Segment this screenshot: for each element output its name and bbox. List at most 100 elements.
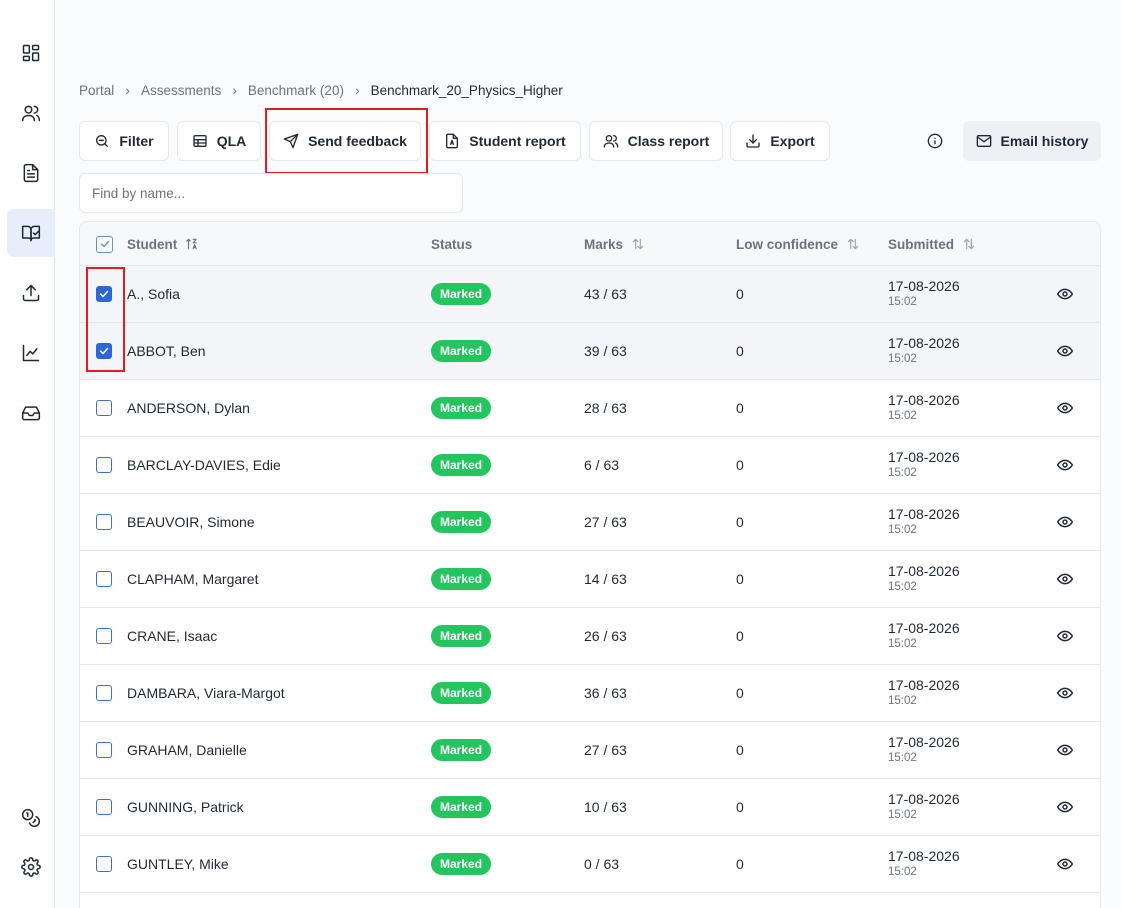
nav-inbox[interactable] [7, 389, 55, 437]
qla-button[interactable]: QLA [177, 121, 261, 161]
student-name: GUNTLEY, Mike [127, 856, 229, 872]
student-report-label: Student report [469, 133, 566, 149]
table-row[interactable]: DAMBARA, Viara-Margot Marked 36 / 63 0 1… [80, 665, 1100, 722]
status-badge: Marked [431, 625, 492, 647]
submitted-time: 15:02 [888, 752, 917, 764]
sort-submitted-button[interactable] [962, 237, 976, 251]
eye-icon [1057, 687, 1073, 699]
row-checkbox[interactable] [96, 628, 112, 644]
report-file-icon [446, 133, 459, 149]
filter-search-icon [96, 135, 109, 147]
row-select-cell [96, 665, 112, 721]
table-row[interactable]: ABBOT, Ben Marked 39 / 63 0 17-08-2026 1… [80, 323, 1100, 380]
eye-icon [1057, 744, 1073, 756]
row-checkbox[interactable] [96, 856, 112, 872]
table-row[interactable]: A., Sofia Marked 43 / 63 0 17-08-2026 15… [80, 266, 1100, 323]
email-history-button[interactable]: Email history [963, 121, 1101, 161]
filter-button[interactable]: Filter [79, 121, 169, 161]
table-row[interactable]: BEAUVOIR, Simone Marked 27 / 63 0 17-08-… [80, 494, 1100, 551]
nav-assessments[interactable] [7, 209, 55, 257]
sort-alpha-button[interactable] [185, 237, 199, 251]
nav-settings[interactable] [7, 843, 55, 891]
select-all-checkbox[interactable] [96, 235, 113, 253]
header-status: Status [431, 222, 472, 266]
info-button[interactable] [919, 125, 951, 157]
row-checkbox[interactable] [96, 685, 112, 701]
low-confidence-value: 0 [736, 457, 744, 473]
view-button[interactable] [1057, 380, 1073, 436]
header-marks: Marks [584, 222, 645, 266]
row-checkbox[interactable] [96, 286, 112, 302]
breadcrumb-assessments[interactable]: Assessments [141, 83, 221, 98]
header-marks-label: Marks [584, 236, 624, 252]
row-checkbox[interactable] [96, 400, 112, 416]
users-icon [603, 135, 618, 148]
nav-analytics[interactable] [7, 329, 55, 377]
nav-upload[interactable] [7, 269, 55, 317]
submitted-date: 17-08-2026 [888, 620, 960, 636]
send-feedback-button[interactable]: Send feedback [269, 121, 421, 161]
row-checkbox[interactable] [96, 571, 112, 587]
row-checkbox[interactable] [96, 514, 112, 530]
nav-users[interactable] [7, 89, 55, 137]
table-row[interactable]: CRANE, Isaac Marked 26 / 63 0 17-08-2026… [80, 608, 1100, 665]
sort-alpha-icon [186, 238, 197, 250]
nav-documents[interactable] [7, 149, 55, 197]
row-checkbox[interactable] [96, 742, 112, 758]
view-button[interactable] [1057, 494, 1073, 550]
sort-marks-button[interactable] [631, 237, 645, 251]
assessment-icon [21, 225, 41, 242]
submitted-date: 17-08-2026 [888, 335, 960, 351]
sidebar [0, 0, 55, 908]
breadcrumb-portal[interactable]: Portal [79, 83, 114, 98]
student-name: DAMBARA, Viara-Margot [127, 685, 285, 701]
header-low-confidence: Low confidence [736, 222, 860, 266]
send-feedback-label: Send feedback [308, 133, 407, 149]
view-button[interactable] [1057, 665, 1073, 721]
marks-value: 6 / 63 [584, 457, 620, 473]
student-report-button[interactable]: Student report [429, 121, 581, 161]
view-button[interactable] [1057, 779, 1073, 835]
marks-value: 27 / 63 [584, 514, 627, 530]
nav-dashboard[interactable] [7, 29, 55, 77]
view-button[interactable] [1057, 722, 1073, 778]
submitted-date: 17-08-2026 [888, 677, 960, 693]
breadcrumb-benchmark[interactable]: Benchmark (20) [248, 83, 344, 98]
low-confidence-value: 0 [736, 685, 744, 701]
submitted-date: 17-08-2026 [888, 791, 960, 807]
table-row[interactable]: CLAPHAM, Margaret Marked 14 / 63 0 17-08… [80, 551, 1100, 608]
row-select-cell [96, 608, 112, 664]
view-button[interactable] [1057, 266, 1073, 322]
table-row[interactable]: BARCLAY-DAVIES, Edie Marked 6 / 63 0 17-… [80, 437, 1100, 494]
row-checkbox[interactable] [96, 799, 112, 815]
class-report-label: Class report [627, 133, 710, 149]
qla-label: QLA [216, 133, 247, 149]
view-button[interactable] [1057, 551, 1073, 607]
view-button[interactable] [1057, 836, 1073, 892]
low-confidence-value: 0 [736, 343, 744, 359]
table-row[interactable]: GUNNING, Patrick Marked 10 / 63 0 17-08-… [80, 779, 1100, 836]
submitted-date: 17-08-2026 [888, 449, 960, 465]
view-button[interactable] [1057, 608, 1073, 664]
table-row[interactable]: GUNTLEY, Mike Marked 0 / 63 0 17-08-2026… [80, 836, 1100, 893]
table-row[interactable]: ANDERSON, Dylan Marked 28 / 63 0 17-08-2… [80, 380, 1100, 437]
eye-icon [1057, 858, 1073, 870]
row-checkbox[interactable] [96, 343, 112, 359]
view-button[interactable] [1057, 323, 1073, 379]
sort-low-confidence-button[interactable] [846, 237, 860, 251]
export-button[interactable]: Export [730, 121, 830, 161]
row-checkbox[interactable] [96, 457, 112, 473]
marks-value: 26 / 63 [584, 628, 627, 644]
class-report-button[interactable]: Class report [589, 121, 723, 161]
low-confidence-value: 0 [736, 856, 744, 872]
row-select-cell [96, 722, 112, 778]
check-icon [100, 240, 109, 248]
status-badge: Marked [431, 454, 492, 476]
view-button[interactable] [1057, 437, 1073, 493]
search-input[interactable] [79, 173, 463, 213]
submitted-time: 15:02 [888, 524, 917, 536]
chart-icon [22, 344, 40, 362]
table-row[interactable]: GRAHAM, Danielle Marked 27 / 63 0 17-08-… [80, 722, 1100, 779]
nav-credits[interactable] [7, 794, 55, 842]
table-icon [193, 135, 207, 147]
